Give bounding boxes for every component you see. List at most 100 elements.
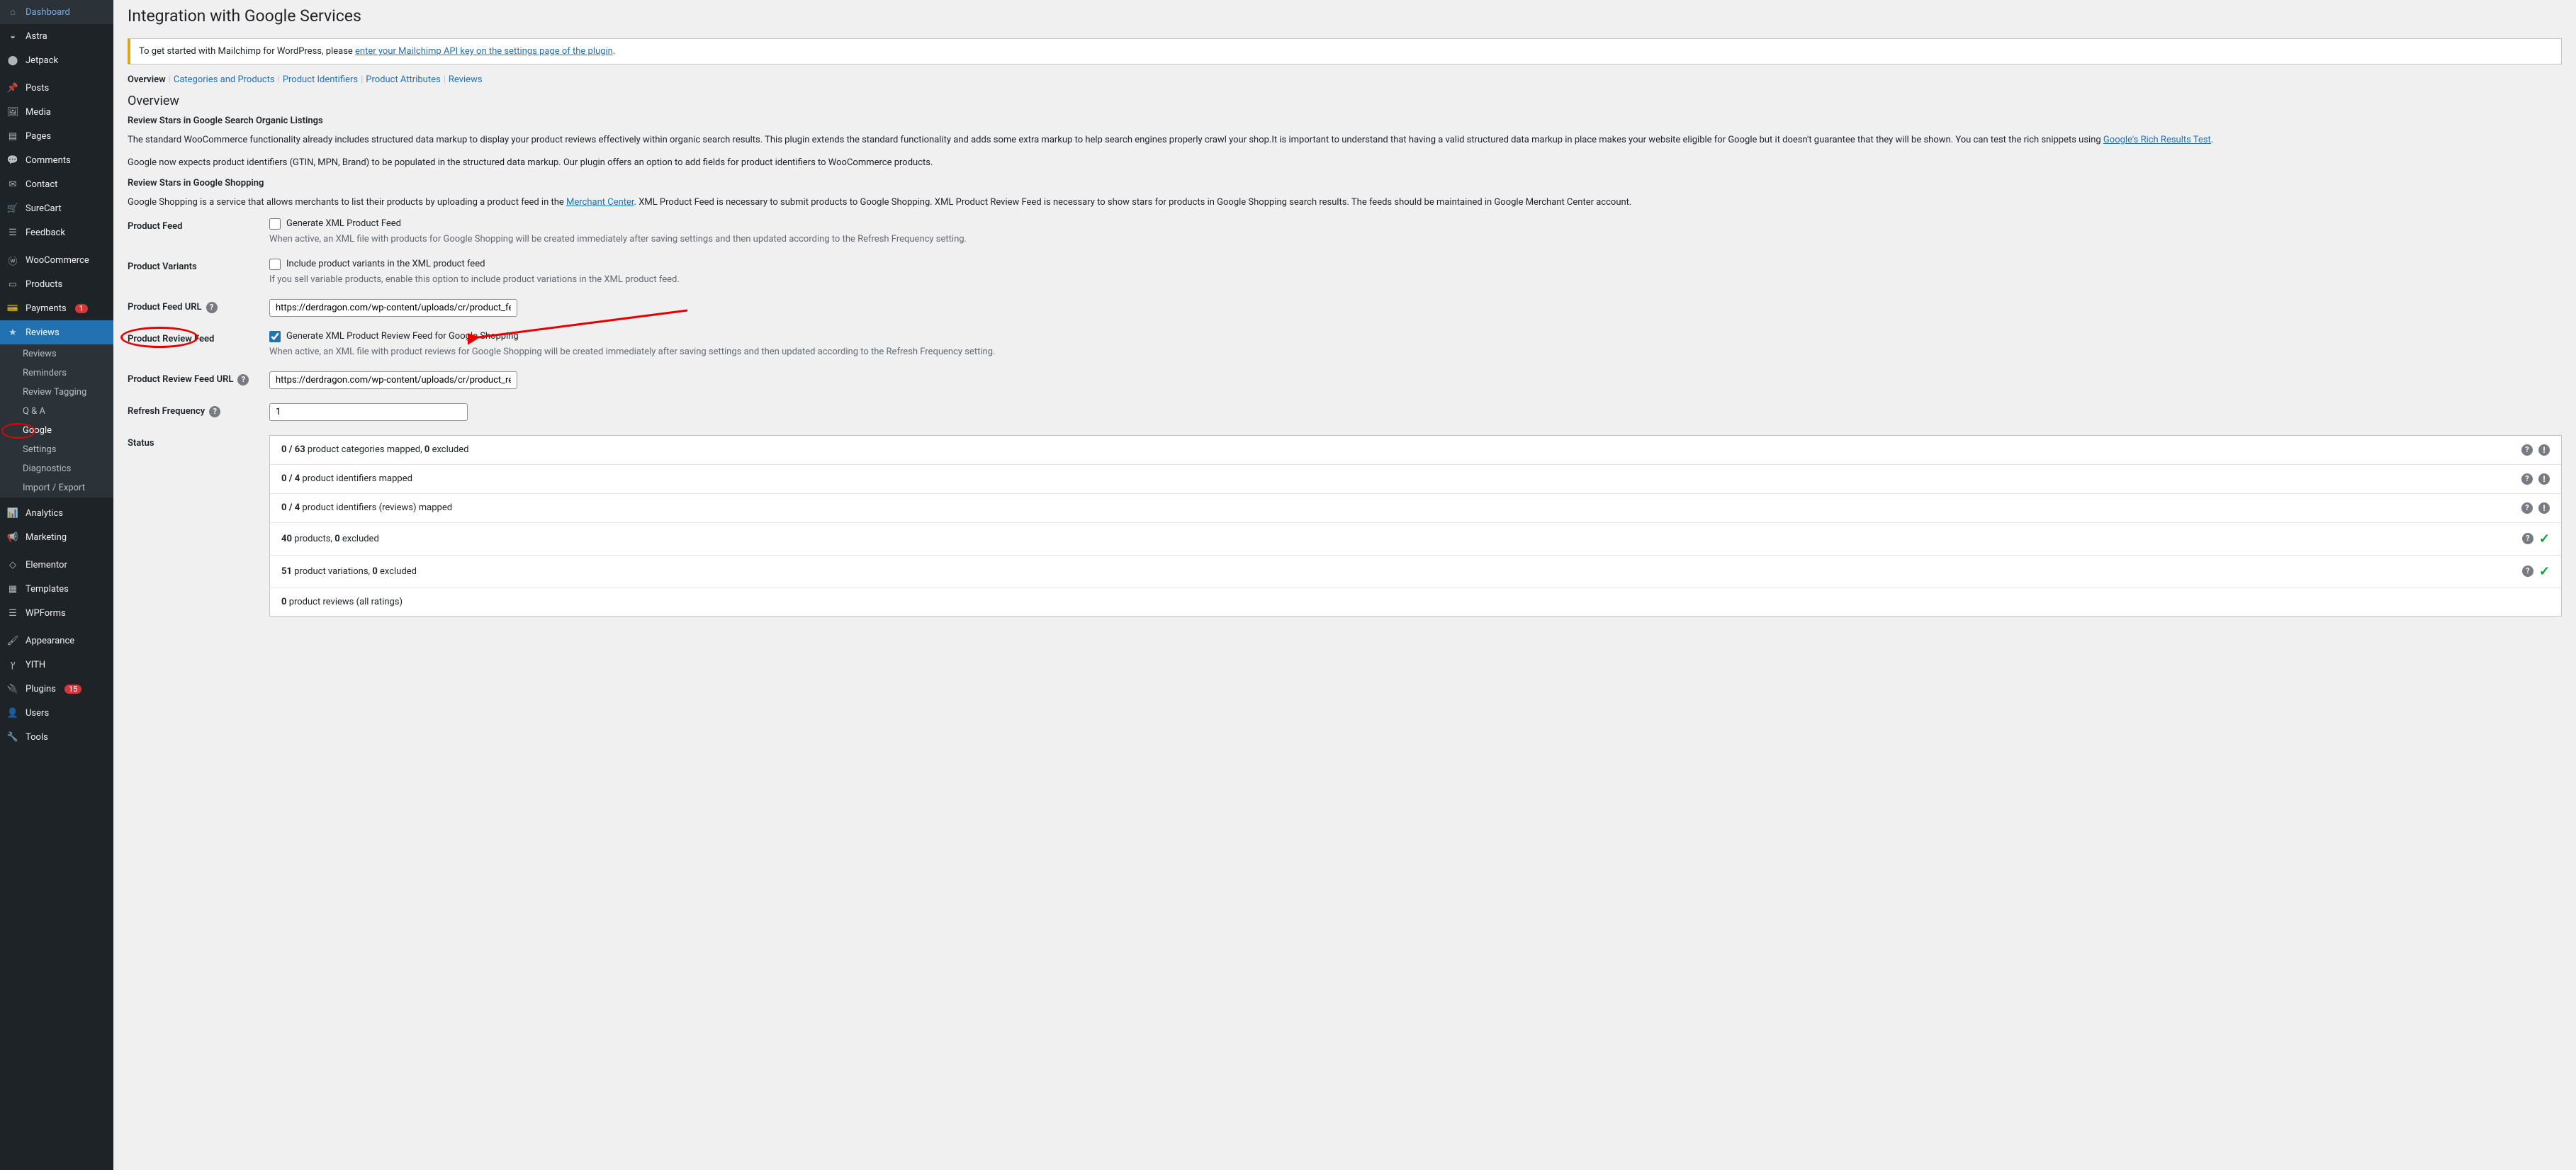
wpform-icon: ☰ (6, 606, 20, 620)
submenu-reminders[interactable]: Reminders (0, 364, 113, 383)
menu-products[interactable]: ▭Products (0, 272, 113, 296)
help-icon[interactable]: ? (2521, 473, 2533, 485)
status-row: 0 product reviews (all ratings) (270, 588, 2561, 616)
product-review-feed-checkbox[interactable] (269, 331, 281, 342)
submenu-import-export[interactable]: Import / Export (0, 478, 113, 497)
merchant-center-link[interactable]: Merchant Center (566, 197, 634, 208)
menu-contact[interactable]: ✉Contact (0, 172, 113, 196)
status-row: 0 / 4 product identifiers (reviews) mapp… (270, 494, 2561, 523)
menu-dashboard[interactable]: ⌂Dashboard (0, 0, 113, 24)
warning-icon[interactable]: ! (2538, 444, 2550, 456)
check-icon[interactable]: ✓ (2539, 531, 2550, 546)
status-row: 40 products, 0 excluded?✓ (270, 523, 2561, 556)
help-icon[interactable]: ? (237, 374, 249, 386)
help-icon[interactable]: ? (206, 302, 218, 313)
jetpack-icon: ⬤ (6, 53, 20, 67)
submenu-settings[interactable]: Settings (0, 440, 113, 459)
section-organic-heading: Review Stars in Google Search Organic Li… (128, 116, 2562, 126)
marketing-icon: 📢 (6, 530, 20, 544)
tab-reviews[interactable]: Reviews (449, 74, 483, 85)
yith-icon: ץ (6, 658, 20, 672)
menu-jetpack[interactable]: ⬤Jetpack (0, 48, 113, 72)
help-icon[interactable]: ? (209, 406, 220, 417)
menu-astra[interactable]: ◒Astra (0, 24, 113, 48)
submenu-google[interactable]: Google (0, 421, 113, 440)
refresh-frequency-input[interactable] (269, 403, 468, 421)
annotation-circle (1, 423, 35, 439)
status-label: Status (128, 435, 269, 449)
menu-reviews[interactable]: ★Reviews (0, 320, 113, 344)
appearance-icon: 🖌 (6, 634, 20, 648)
section-shopping-heading: Review Stars in Google Shopping (128, 178, 2562, 189)
warning-icon[interactable]: ! (2538, 473, 2550, 485)
pin-icon: 📌 (6, 81, 20, 95)
product-icon: ▭ (6, 277, 20, 291)
main-content: Integration with Google Services To get … (113, 0, 2576, 1170)
status-row: 51 product variations, 0 excluded?✓ (270, 556, 2561, 588)
template-icon: ▦ (6, 582, 20, 596)
menu-wpforms[interactable]: ☰WPForms (0, 601, 113, 625)
woo-icon: ⓦ (6, 253, 20, 267)
help-icon[interactable]: ? (2521, 502, 2533, 514)
menu-media[interactable]: 🖼Media (0, 100, 113, 124)
menu-surecart[interactable]: 🛒SureCart (0, 196, 113, 220)
menu-marketing[interactable]: 📢Marketing (0, 525, 113, 549)
check-icon[interactable]: ✓ (2539, 564, 2550, 579)
submenu-q-a[interactable]: Q & A (0, 402, 113, 421)
mail-icon: ✉ (6, 177, 20, 191)
menu-users[interactable]: 👤Users (0, 701, 113, 725)
payment-icon: 💳 (6, 301, 20, 315)
star-icon: ★ (6, 325, 20, 339)
analytics-icon: 📊 (6, 506, 20, 520)
menu-plugins[interactable]: 🔌Plugins15 (0, 677, 113, 701)
tab-product-attributes[interactable]: Product Attributes (366, 74, 440, 85)
product-review-feed-label: Product Review Feed (128, 331, 269, 344)
product-feed-label: Product Feed (128, 218, 269, 232)
menu-payments[interactable]: 💳Payments1 (0, 296, 113, 320)
menu-pages[interactable]: ▤Pages (0, 124, 113, 148)
elementor-icon: ◇ (6, 558, 20, 572)
menu-feedback[interactable]: ☰Feedback (0, 220, 113, 244)
product-variants-label: Product Variants (128, 259, 269, 272)
product-review-feed-url-label: Product Review Feed URL? (128, 371, 269, 386)
rich-results-link[interactable]: Google's Rich Results Test (2103, 135, 2211, 145)
menu-elementor[interactable]: ◇Elementor (0, 553, 113, 577)
menu-yith[interactable]: ץYITH (0, 653, 113, 677)
menu-templates[interactable]: ▦Templates (0, 577, 113, 601)
tab-product-identifiers[interactable]: Product Identifiers (283, 74, 358, 85)
tab-categories-and-products[interactable]: Categories and Products (174, 74, 275, 85)
help-icon[interactable]: ? (2521, 444, 2533, 456)
menu-woocommerce[interactable]: ⓦWooCommerce (0, 248, 113, 272)
product-feed-url-input[interactable] (269, 299, 517, 317)
menu-analytics[interactable]: 📊Analytics (0, 501, 113, 525)
product-review-feed-url-input[interactable] (269, 371, 517, 389)
submenu-reviews[interactable]: Reviews (0, 344, 113, 364)
submenu-diagnostics[interactable]: Diagnostics (0, 459, 113, 478)
dashboard-icon: ⌂ (6, 5, 20, 19)
menu-comments[interactable]: 💬Comments (0, 148, 113, 172)
menu-tools[interactable]: 🔧Tools (0, 725, 113, 749)
plugin-icon: 🔌 (6, 682, 20, 696)
admin-sidebar: ⌂Dashboard◒Astra⬤Jetpack 📌Posts🖼Media▤Pa… (0, 0, 113, 1170)
feedback-icon: ☰ (6, 225, 20, 240)
status-row: 0 / 4 product identifiers mapped?! (270, 465, 2561, 494)
warning-icon[interactable]: ! (2538, 502, 2550, 514)
product-feed-checkbox[interactable] (269, 218, 281, 230)
refresh-frequency-label: Refresh Frequency? (128, 403, 269, 417)
submenu-review-tagging[interactable]: Review Tagging (0, 383, 113, 402)
tools-icon: 🔧 (6, 730, 20, 744)
page-icon: ▤ (6, 129, 20, 143)
status-list: 0 / 63 product categories mapped, 0 excl… (269, 435, 2562, 617)
help-icon[interactable]: ? (2522, 566, 2533, 577)
notice-link[interactable]: enter your Mailchimp API key on the sett… (355, 46, 613, 57)
tab-nav: Overview|Categories and Products|Product… (128, 74, 2562, 85)
help-icon[interactable]: ? (2522, 533, 2533, 544)
menu-appearance[interactable]: 🖌Appearance (0, 629, 113, 653)
users-icon: 👤 (6, 706, 20, 720)
product-variants-checkbox[interactable] (269, 259, 281, 270)
menu-posts[interactable]: 📌Posts (0, 76, 113, 100)
comment-icon: 💬 (6, 153, 20, 167)
media-icon: 🖼 (6, 105, 20, 119)
cart-icon: 🛒 (6, 201, 20, 215)
status-row: 0 / 63 product categories mapped, 0 excl… (270, 436, 2561, 465)
